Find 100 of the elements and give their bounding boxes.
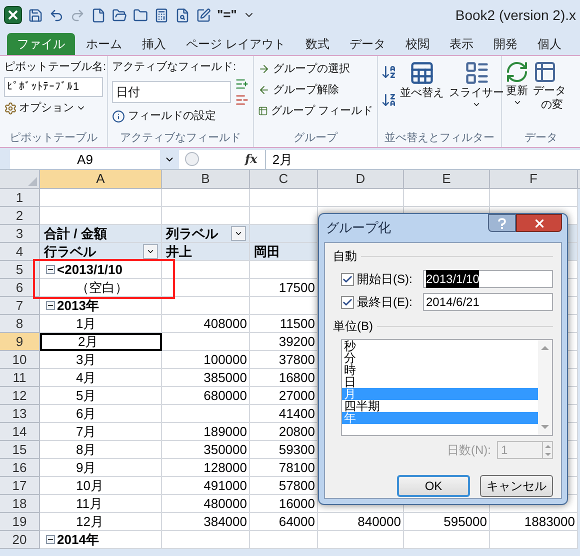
options-button[interactable]: オプション [4,101,103,115]
table-cell[interactable]: 2014年 [40,531,162,549]
table-cell[interactable]: 10月 [40,477,162,495]
row-header[interactable]: 18 [0,495,40,513]
table-cell[interactable] [162,333,250,351]
table-cell[interactable]: 11月 [40,495,162,513]
row-header[interactable]: 2 [0,207,40,225]
collapse-field-icon[interactable] [235,93,249,107]
open-folder-icon[interactable] [112,8,127,22]
ribbon-tab[interactable]: ホーム [77,33,131,55]
table-cell[interactable]: 385000 [162,369,250,387]
sort-ascending-icon[interactable] [381,64,397,80]
formula-input[interactable]: 2月 [265,150,580,168]
help-button[interactable] [488,214,516,232]
pivot-name-field[interactable]: ﾋﾟﾎﾞｯﾄﾃｰﾌﾞﾙ1 [4,77,103,97]
row-header[interactable]: 1 [0,189,40,207]
table-cell[interactable]: 4月 [40,369,162,387]
column-header[interactable]: B [162,170,250,188]
scrollbar[interactable] [538,340,552,435]
table-cell[interactable]: 6月 [40,405,162,423]
unit-option[interactable]: 分 [342,352,538,364]
column-header[interactable]: E [404,170,490,188]
unit-option[interactable]: 日 [342,376,538,388]
ribbon-tab[interactable]: 個人 [528,33,570,55]
table-cell[interactable]: （空白） [40,279,162,297]
table-cell[interactable]: 39200 [250,333,318,351]
row-header[interactable]: 15 [0,441,40,459]
undo-icon[interactable] [49,8,64,22]
table-cell[interactable]: 岡田 [250,243,318,261]
table-cell[interactable] [250,297,318,315]
column-header[interactable]: A [40,170,162,188]
table-cell[interactable]: 11500 [250,315,318,333]
table-cell[interactable] [318,531,404,549]
table-cell[interactable]: 1883000 [490,513,578,531]
table-cell[interactable] [162,261,250,279]
table-cell[interactable] [162,207,250,225]
table-cell[interactable]: 64000 [250,513,318,531]
table-cell[interactable] [250,531,318,549]
date-input[interactable]: 2014/6/21 [423,293,553,311]
ribbon-tab[interactable]: 開発 [484,33,526,55]
table-cell[interactable]: 57800 [250,477,318,495]
row-header[interactable]: 7 [0,297,40,315]
table-cell[interactable]: 41400 [250,405,318,423]
table-cell[interactable]: 8月 [40,441,162,459]
row-header[interactable]: 3 [0,225,40,243]
formula-bar-handle[interactable] [185,152,199,166]
table-cell[interactable]: 840000 [318,513,404,531]
quick-access-button[interactable]: "=" [217,5,237,25]
filter-dropdown-icon[interactable] [143,244,158,259]
collapse-icon[interactable] [46,535,55,544]
table-cell[interactable]: 27000 [250,387,318,405]
table-cell[interactable]: 408000 [162,315,250,333]
table-cell[interactable]: <2013/1/10 [40,261,162,279]
file-tab[interactable]: ファイル [7,33,75,55]
field-settings-button[interactable]: フィールドの設定 [112,109,249,123]
table-cell[interactable]: 59300 [250,441,318,459]
table-cell[interactable]: 37800 [250,351,318,369]
row-header[interactable]: 6 [0,279,40,297]
collapse-icon[interactable] [46,301,55,310]
table-cell[interactable] [318,189,404,207]
column-header[interactable]: F [490,170,578,188]
unit-option[interactable]: 四半期 [342,400,538,412]
table-cell[interactable] [490,531,578,549]
collapse-icon[interactable] [46,265,55,274]
table-cell[interactable] [250,261,318,279]
row-header[interactable]: 16 [0,459,40,477]
table-cell[interactable]: 16000 [250,495,318,513]
table-cell[interactable]: 78100 [250,459,318,477]
ribbon-tab[interactable]: 挿入 [133,33,175,55]
checkbox[interactable] [341,272,354,286]
table-cell[interactable]: 7月 [40,423,162,441]
table-cell[interactable]: 480000 [162,495,250,513]
expand-field-icon[interactable] [235,77,249,91]
sort-descending-icon[interactable] [381,92,397,108]
row-header[interactable]: 10 [0,351,40,369]
ribbon-tab[interactable]: データ [340,33,394,55]
table-cell[interactable] [40,189,162,207]
row-header[interactable]: 19 [0,513,40,531]
row-header[interactable]: 14 [0,423,40,441]
table-cell[interactable] [162,279,250,297]
unit-option[interactable]: 秒 [342,340,538,352]
row-header[interactable]: 12 [0,387,40,405]
table-cell[interactable]: 384000 [162,513,250,531]
sort-button[interactable]: 並べ替え [400,60,444,109]
dialog-button[interactable]: OK [397,475,470,497]
group-command-button[interactable]: グループ解除 [258,81,373,99]
refresh-button[interactable]: 更新 [505,60,529,112]
row-header[interactable]: 11 [0,369,40,387]
table-cell[interactable]: 12月 [40,513,162,531]
row-header[interactable]: 13 [0,405,40,423]
calculator-icon[interactable] [154,8,169,22]
ribbon-tab[interactable]: 表示 [440,33,482,55]
print-preview-icon[interactable] [175,8,190,22]
edit-icon[interactable] [196,8,211,22]
ribbon-tab[interactable]: 数式 [296,33,338,55]
table-cell[interactable] [404,531,490,549]
table-cell[interactable]: 20800 [250,423,318,441]
table-cell[interactable] [250,207,318,225]
checkbox[interactable] [341,296,354,308]
filter-dropdown-icon[interactable] [231,226,246,241]
